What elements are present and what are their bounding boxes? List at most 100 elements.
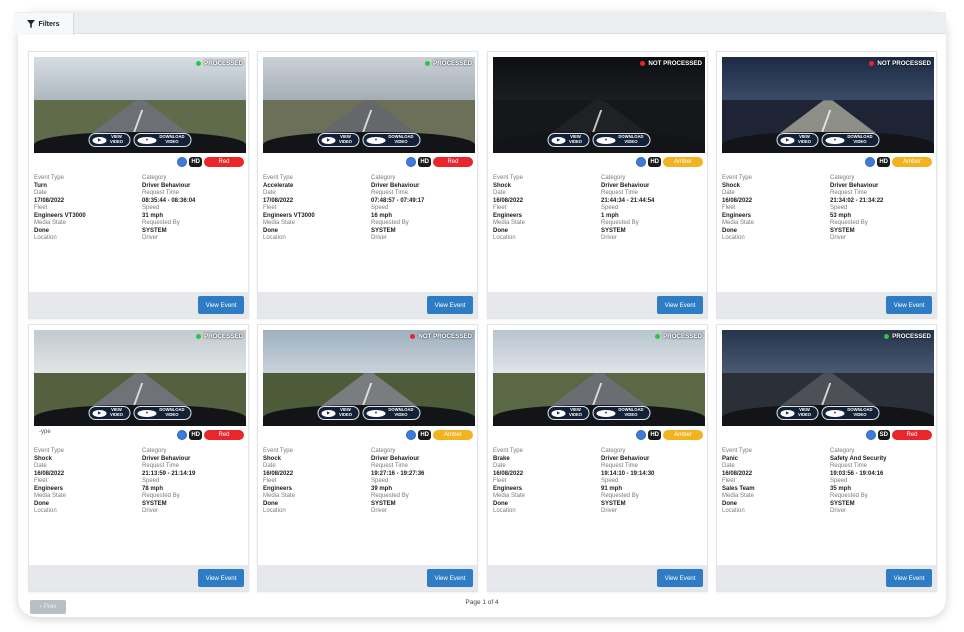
view-video-button[interactable]: ▶ VIEW VIDEO	[88, 133, 131, 147]
view-event-button[interactable]: View Event	[198, 296, 244, 314]
location-label: Location	[722, 508, 745, 514]
status-label: NOT PROCESSED	[648, 60, 702, 67]
view-event-button[interactable]: View Event	[886, 569, 932, 587]
video-thumbnail[interactable]: NOT PROCESSED ▶ VIEW VIDEO ▼ DOWNLOAD VIDEO	[722, 57, 934, 153]
download-video-line2: VIDEO	[853, 139, 867, 144]
speed-value: 78 mph	[142, 485, 164, 492]
category-label: Category	[601, 175, 626, 181]
date-label: Date	[34, 190, 47, 196]
view-event-button[interactable]: View Event	[657, 296, 703, 314]
globe-icon[interactable]	[865, 157, 876, 167]
requested-by-label: Requested By	[830, 493, 868, 499]
video-thumbnail[interactable]: PROCESSED ▶ VIEW VIDEO ▼ DOWNLOAD VIDEO	[493, 330, 705, 426]
severity-badge: Red	[204, 157, 244, 167]
speed-label: Speed	[142, 205, 160, 211]
filters-button[interactable]: Filters	[14, 13, 74, 35]
request-time-value: 21:34:02 - 21:34:22	[830, 197, 884, 204]
download-icon: ▼	[137, 136, 157, 144]
processing-status: PROCESSED	[196, 60, 243, 67]
view-event-button[interactable]: View Event	[886, 296, 932, 314]
date-label: Date	[263, 463, 276, 469]
request-time-label: Request Time	[601, 190, 639, 196]
view-video-label: VIEW VIDEO	[110, 135, 124, 144]
fleet-label: Fleet	[493, 478, 507, 484]
video-actions: ▶ VIEW VIDEO ▼ DOWNLOAD VIDEO	[776, 406, 880, 420]
globe-icon[interactable]	[636, 157, 647, 167]
media-state-label: Media State	[493, 493, 526, 499]
download-icon: ▼	[366, 409, 386, 417]
location-label: Location	[34, 235, 57, 241]
download-video-button[interactable]: ▼ DOWNLOAD VIDEO	[133, 406, 192, 420]
driver-label: Driver	[830, 235, 846, 241]
driver-label: Driver	[601, 235, 617, 241]
view-video-button[interactable]: ▶ VIEW VIDEO	[547, 133, 590, 147]
event-type-label: Event Type	[493, 175, 523, 181]
media-state-label: Media State	[34, 220, 67, 226]
globe-icon[interactable]	[636, 430, 647, 440]
event-details: Event Type Category Accelerate Driver Behav…	[263, 175, 475, 243]
view-video-line2: VIDEO	[338, 412, 353, 417]
view-video-label: VIEW VIDEO	[569, 135, 583, 144]
media-state-value: Done	[722, 500, 737, 507]
download-icon: ▼	[825, 136, 845, 144]
download-video-button[interactable]: ▼ DOWNLOAD VIDEO	[362, 133, 421, 147]
fleet-label: Fleet	[722, 205, 736, 211]
processing-status: PROCESSED	[196, 333, 243, 340]
view-video-button[interactable]: ▶ VIEW VIDEO	[317, 133, 360, 147]
requested-by-label: Requested By	[830, 220, 868, 226]
video-thumbnail[interactable]: PROCESSED ▶ VIEW VIDEO ▼ DOWNLOAD VIDEO	[722, 330, 934, 426]
download-video-button[interactable]: ▼ DOWNLOAD VIDEO	[592, 133, 651, 147]
event-type-value: Accelerate	[263, 182, 294, 189]
download-video-button[interactable]: ▼ DOWNLOAD VIDEO	[821, 133, 880, 147]
severity-badge: Amber	[433, 430, 473, 440]
video-thumbnail[interactable]: PROCESSED ▶ VIEW VIDEO ▼ DOWNLOAD VIDEO	[263, 57, 475, 153]
view-video-line2: VIDEO	[568, 412, 583, 417]
processing-status: NOT PROCESSED	[640, 60, 702, 67]
view-video-button[interactable]: ▶ VIEW VIDEO	[776, 133, 819, 147]
speed-value: 53 mph	[830, 212, 852, 219]
play-icon: ▶	[780, 136, 795, 144]
media-state-value: Done	[34, 227, 49, 234]
event-details: Event Type Category Shock Driver Behaviour D…	[493, 175, 705, 243]
media-state-value: Done	[34, 500, 49, 507]
view-event-button[interactable]: View Event	[427, 296, 473, 314]
video-thumbnail[interactable]: NOT PROCESSED ▶ VIEW VIDEO ▼ DOWNLOAD VIDEO	[263, 330, 475, 426]
view-video-button[interactable]: ▶ VIEW VIDEO	[317, 406, 360, 420]
event-type-value: Turn	[34, 182, 47, 189]
globe-icon[interactable]	[177, 430, 188, 440]
view-video-button[interactable]: ▶ VIEW VIDEO	[547, 406, 590, 420]
download-video-button[interactable]: ▼ DOWNLOAD VIDEO	[133, 133, 192, 147]
globe-icon[interactable]	[177, 157, 188, 167]
view-event-button[interactable]: View Event	[198, 569, 244, 587]
event-details: Event Type Category Shock Driver Behaviour D…	[263, 448, 475, 516]
view-event-button[interactable]: View Event	[657, 569, 703, 587]
download-video-button[interactable]: ▼ DOWNLOAD VIDEO	[362, 406, 421, 420]
speed-label: Speed	[601, 205, 619, 211]
request-time-value: 19:03:56 - 19:04:16	[830, 470, 884, 477]
video-thumbnail[interactable]: PROCESSED ▶ VIEW VIDEO ▼ DOWNLOAD VIDEO	[34, 330, 246, 426]
download-video-label: DOWNLOAD VIDEO	[159, 135, 184, 144]
video-thumbnail[interactable]: PROCESSED ▶ VIEW VIDEO ▼ DOWNLOAD VIDEO	[34, 57, 246, 153]
category-label: Category	[142, 448, 167, 454]
download-video-button[interactable]: ▼ DOWNLOAD VIDEO	[592, 406, 651, 420]
play-icon: ▶	[551, 136, 566, 144]
event-type-label: Event Type	[263, 175, 293, 181]
view-event-button[interactable]: View Event	[427, 569, 473, 587]
fleet-value: Engineers	[493, 212, 523, 219]
fleet-value: Engineers	[34, 485, 64, 492]
download-video-button[interactable]: ▼ DOWNLOAD VIDEO	[821, 406, 880, 420]
event-card: PROCESSED ▶ VIEW VIDEO ▼ DOWNLOAD VIDEO HD Red Ev…	[28, 51, 249, 319]
view-video-button[interactable]: ▶ VIEW VIDEO	[776, 406, 819, 420]
globe-icon[interactable]	[865, 430, 876, 440]
event-card: PROCESSED ▶ VIEW VIDEO ▼ DOWNLOAD VIDEO SD Red Ev…	[716, 324, 937, 592]
globe-icon[interactable]	[406, 157, 417, 167]
video-thumbnail[interactable]: NOT PROCESSED ▶ VIEW VIDEO ▼ DOWNLOAD VIDEO	[493, 57, 705, 153]
speed-value: 39 mph	[371, 485, 393, 492]
event-card: PROCESSED ▶ VIEW VIDEO ▼ DOWNLOAD VIDEO -ype HD R…	[28, 324, 249, 592]
fleet-value: Engineers	[722, 212, 752, 219]
event-type-value: Shock	[722, 182, 741, 189]
speed-value: 1 mph	[601, 212, 619, 219]
play-icon: ▶	[551, 409, 566, 417]
view-video-button[interactable]: ▶ VIEW VIDEO	[88, 406, 131, 420]
globe-icon[interactable]	[406, 430, 417, 440]
